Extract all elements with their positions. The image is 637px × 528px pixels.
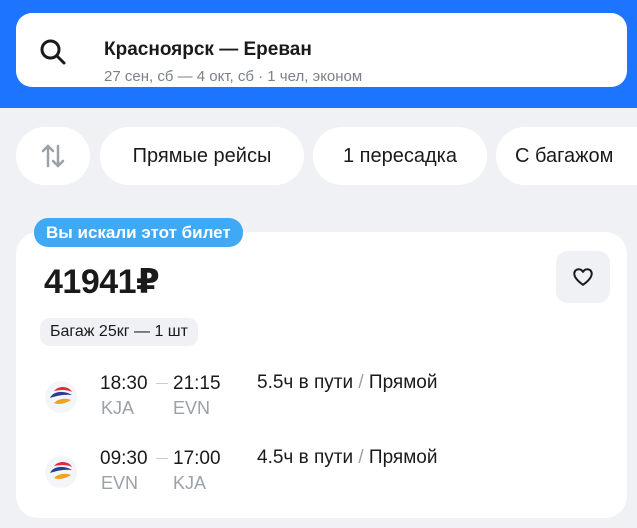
flight-info: 4.5ч в пути / Прямой xyxy=(257,447,437,469)
baggage-tag: Багаж 25кг — 1 шт xyxy=(40,318,198,346)
origin-code: KJA xyxy=(101,398,135,418)
searched-ticket-badge: Вы искали этот билет xyxy=(34,218,243,247)
origin-code: EVN xyxy=(101,473,139,493)
flight-stops: Прямой xyxy=(368,372,438,393)
flight-stops: Прямой xyxy=(368,447,438,468)
filter-direct-flights[interactable]: Прямые рейсы xyxy=(100,127,304,185)
time-divider xyxy=(156,458,168,459)
heart-icon xyxy=(573,268,593,286)
favorite-button[interactable] xyxy=(556,251,610,303)
departure-time: 18:30 xyxy=(100,373,148,394)
flight-duration: 4.5ч в пути xyxy=(257,447,354,468)
arrival-time: 21:15 xyxy=(173,373,221,394)
filter-one-transfer[interactable]: 1 пересадка xyxy=(313,127,487,185)
search-summary[interactable]: Красноярск — Ереван 27 сен, сб — 4 окт, … xyxy=(16,13,627,87)
destination-code: KJA xyxy=(173,473,207,493)
departure-time: 09:30 xyxy=(100,448,148,469)
airline-logo-icon xyxy=(45,381,77,413)
info-separator: / xyxy=(358,447,364,468)
sort-button[interactable] xyxy=(16,127,90,185)
destination-code: EVN xyxy=(173,398,211,418)
search-icon[interactable] xyxy=(38,37,68,67)
filter-with-baggage[interactable]: С багажом xyxy=(496,127,637,185)
sort-arrows-icon xyxy=(41,144,65,168)
airline-logo-icon xyxy=(45,456,77,488)
route-title: Красноярск — Ереван xyxy=(104,39,312,60)
search-details: 27 сен, сб — 4 окт, сб · 1 чел, эконом xyxy=(104,68,363,85)
arrival-time: 17:00 xyxy=(173,448,221,469)
flight-info: 5.5ч в пути / Прямой xyxy=(257,372,437,394)
flight-segment-return: 09:30 17:00 EVN KJA 4.5ч в пути / Прямой xyxy=(0,447,637,503)
time-divider xyxy=(156,383,168,384)
info-separator: / xyxy=(358,372,364,393)
flight-segment-outbound: 18:30 21:15 KJA EVN 5.5ч в пути / Прямой xyxy=(0,372,637,428)
flight-duration: 5.5ч в пути xyxy=(257,372,354,393)
ticket-price: 41941₽ xyxy=(44,263,160,301)
